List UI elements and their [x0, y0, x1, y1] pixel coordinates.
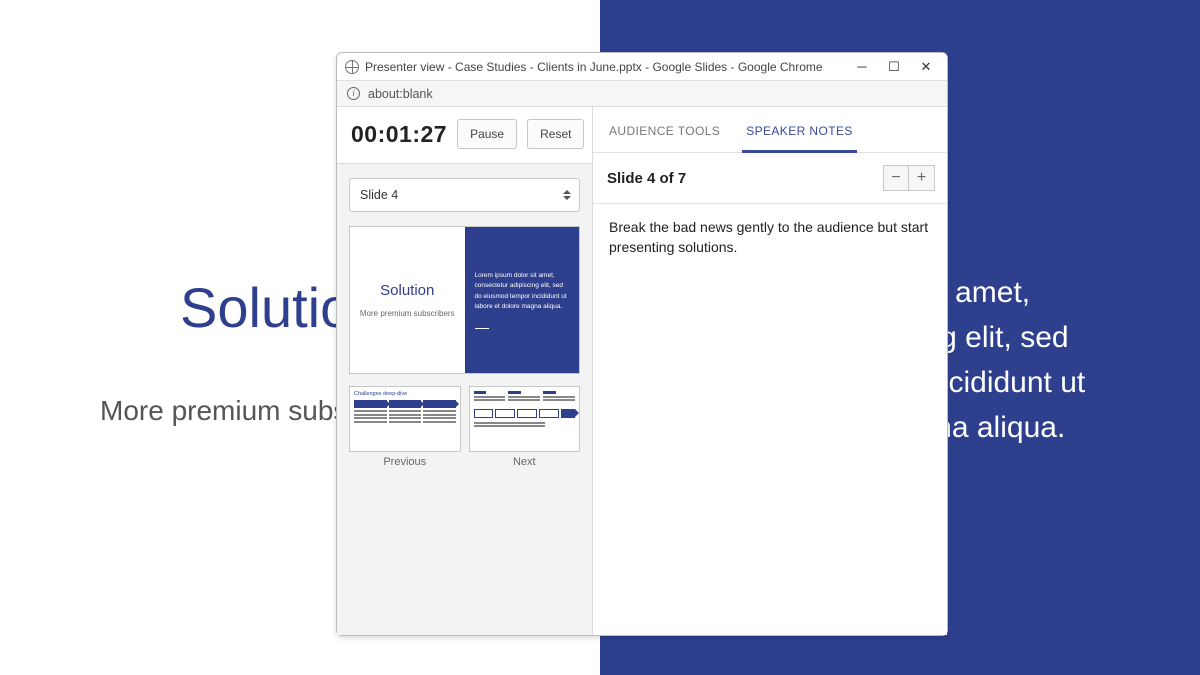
slide-selector-label: Slide 4 — [360, 188, 398, 202]
previous-thumbnail[interactable]: Challenges deep-dive — [349, 386, 461, 452]
arrow-icon — [389, 400, 422, 408]
box-icon — [474, 409, 494, 418]
globe-icon — [345, 60, 359, 74]
address-bar[interactable]: i about:blank — [337, 81, 947, 107]
zoom-out-button[interactable]: − — [883, 165, 909, 191]
box-icon — [539, 409, 559, 418]
thumb-body: Lorem ipsum dolor sit amet, consectetur … — [475, 271, 570, 313]
info-icon[interactable]: i — [347, 87, 360, 100]
timer-row: 00:01:27 Pause Reset — [337, 107, 592, 164]
next-label: Next — [469, 452, 581, 472]
thumb-dash — [475, 328, 489, 329]
presenter-window: Presenter view - Case Studies - Clients … — [336, 52, 948, 636]
box-icon — [517, 409, 537, 418]
titlebar[interactable]: Presenter view - Case Studies - Clients … — [337, 53, 947, 81]
close-button[interactable]: ✕ — [919, 60, 933, 74]
arrow-icon — [561, 409, 575, 418]
right-pane: AUDIENCE TOOLS SPEAKER NOTES Slide 4 of … — [593, 107, 947, 635]
stepper-arrows-icon[interactable] — [561, 190, 573, 200]
prev-thumb-title: Challenges deep-dive — [354, 391, 456, 397]
notes-header: Slide 4 of 7 − + — [593, 153, 947, 204]
thumb-title: Solution — [380, 282, 434, 299]
window-title: Presenter view - Case Studies - Clients … — [365, 60, 855, 74]
reset-button[interactable]: Reset — [527, 119, 584, 149]
slide-selector[interactable]: Slide 4 — [349, 178, 580, 212]
zoom-in-button[interactable]: + — [909, 165, 935, 191]
tab-audience-tools[interactable]: AUDIENCE TOOLS — [607, 124, 722, 152]
thumb-right: Lorem ipsum dolor sit amet, consectetur … — [465, 227, 580, 373]
notes-title: Slide 4 of 7 — [607, 170, 686, 187]
previous-label: Previous — [349, 452, 461, 472]
left-pane: 00:01:27 Pause Reset Slide 4 Solution Mo… — [337, 107, 593, 635]
window-buttons: ─ ☐ ✕ — [855, 60, 939, 74]
tabs: AUDIENCE TOOLS SPEAKER NOTES — [593, 107, 947, 153]
tab-speaker-notes[interactable]: SPEAKER NOTES — [744, 124, 855, 152]
arrow-icon — [354, 400, 387, 408]
thumb-subtitle: More premium subscribers — [360, 309, 455, 318]
address-text: about:blank — [368, 87, 433, 101]
timer: 00:01:27 — [351, 121, 447, 148]
box-icon — [495, 409, 515, 418]
notes-body: Break the bad news gently to the audienc… — [593, 204, 947, 271]
minimize-button[interactable]: ─ — [855, 60, 869, 74]
next-thumbnail[interactable] — [469, 386, 581, 452]
previous-col: Challenges deep-dive — [349, 386, 461, 472]
maximize-button[interactable]: ☐ — [887, 60, 901, 74]
current-slide-thumbnail[interactable]: Solution More premium subscribers Lorem … — [349, 226, 580, 374]
thumb-left: Solution More premium subscribers — [350, 227, 465, 373]
pause-button[interactable]: Pause — [457, 119, 517, 149]
arrow-icon — [423, 400, 456, 408]
prev-next-row: Challenges deep-dive — [349, 386, 580, 472]
presenter-content: 00:01:27 Pause Reset Slide 4 Solution Mo… — [337, 107, 947, 635]
zoom-buttons: − + — [883, 165, 935, 191]
next-col: Next — [469, 386, 581, 472]
